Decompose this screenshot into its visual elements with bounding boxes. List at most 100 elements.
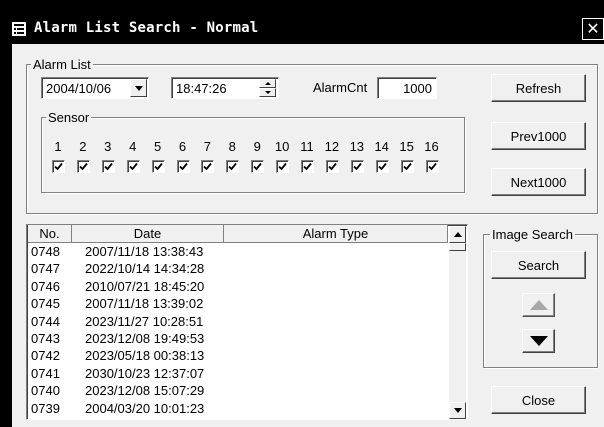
spin-up-icon [264, 82, 271, 85]
table-row[interactable]: 0739 2004/03/20 10:01:23 [28, 401, 448, 416]
sensor-number-6: 6 [178, 139, 187, 154]
row-no: 0746 [31, 278, 60, 294]
scroll-down-button[interactable] [449, 402, 466, 419]
sensor-number-8: 8 [228, 139, 236, 154]
table-row[interactable]: 0748 2007/11/18 13:38:43 [28, 244, 448, 259]
image-down-button[interactable] [522, 329, 555, 353]
row-date: 2007/11/18 13:38:43 [85, 244, 204, 259]
table-row[interactable]: 0744 2023/11/27 10:28:51 [28, 314, 448, 329]
table-row[interactable]: 0743 2023/12/08 19:49:53 [28, 331, 448, 346]
sensor-checkbox-11[interactable] [301, 160, 314, 173]
sensor-checkbox-1[interactable] [52, 160, 65, 173]
checkmark-icon [79, 162, 88, 171]
checkmark-icon [378, 162, 387, 171]
row-no: 0739 [31, 400, 60, 416]
row-no: 0740 [31, 383, 60, 399]
image-search-group-title: Image Search [490, 227, 575, 242]
date-select[interactable]: 2004/10/06 [41, 77, 149, 99]
result-rows: 0748 2007/11/18 13:38:43 0747 2022/10/14 14… [28, 244, 448, 419]
checkmark-icon [203, 162, 213, 171]
scroll-up-button[interactable] [449, 226, 466, 243]
sensor-checkbox-7[interactable] [201, 160, 215, 173]
sensor-checkbox-16[interactable] [425, 160, 439, 173]
image-up-button[interactable] [522, 293, 555, 317]
sensor-number-7: 7 [203, 139, 211, 154]
row-date: 2010/07/21 18:45:20 [85, 278, 205, 294]
sensor-checkbox-5[interactable] [151, 160, 165, 173]
table-row[interactable]: 0742 2023/05/18 00:38:13 [28, 348, 448, 363]
time-input[interactable]: 18:47:26 [171, 77, 279, 99]
close-button[interactable]: Close [491, 386, 586, 414]
checkmark-icon [353, 162, 362, 171]
triangle-up-icon [529, 300, 548, 310]
date-dropdown-button[interactable] [130, 79, 147, 97]
row-no: 0741 [31, 365, 60, 381]
alarm-cnt-label: AlarmCnt [313, 80, 368, 95]
sensor-checkbox-3[interactable] [101, 160, 115, 173]
image-search-button[interactable]: Search [491, 251, 586, 279]
sensor-checkbox-12[interactable] [325, 160, 339, 173]
prev1000-button[interactable]: Prev1000 [491, 122, 586, 150]
time-spin-down[interactable] [259, 88, 276, 97]
alarm-cnt-input[interactable]: 1000 [377, 77, 437, 99]
results-scrollbar[interactable] [449, 226, 466, 419]
window-title: Alarm List Search - Normal [34, 20, 259, 36]
table-row[interactable]: 0746 2010/07/21 18:45:20 [28, 279, 448, 294]
row-no: 0743 [31, 331, 60, 346]
refresh-button[interactable]: Refresh [491, 74, 586, 102]
alarm-list-group-title: Alarm List [31, 57, 93, 72]
sensor-checkbox-14[interactable] [375, 160, 389, 173]
sensor-checkbox-2[interactable] [76, 160, 90, 173]
checkmark-icon [153, 162, 163, 171]
title-bar: Alarm List Search - Normal ✕ [0, 14, 604, 44]
sensor-checkbox-8[interactable] [226, 160, 240, 173]
next1000-button[interactable]: Next1000 [491, 168, 586, 196]
date-value: 2004/10/06 [46, 81, 112, 96]
table-row[interactable]: 0747 2022/10/14 14:34:28 [28, 261, 448, 276]
checkmark-icon [104, 162, 113, 171]
checkmark-icon [278, 162, 287, 171]
chevron-up-icon [453, 232, 462, 237]
sensor-number-2: 2 [79, 139, 87, 154]
spin-down-icon [264, 91, 271, 94]
alarm-results-list[interactable]: No. Date Alarm Type 0748 2007/11/18 13:38… [26, 224, 468, 420]
row-date: 2004/03/20 10:01:23 [85, 400, 205, 416]
row-no: 0745 [31, 296, 60, 312]
checkmark-icon [178, 162, 188, 171]
scroll-thumb[interactable] [449, 243, 466, 251]
sensor-number-10: 10 [274, 139, 290, 154]
row-date: 2030/10/23 12:37:07 [85, 365, 205, 381]
row-no: 0744 [31, 313, 60, 329]
time-spin-up[interactable] [259, 79, 276, 88]
column-header-date[interactable]: Date [72, 225, 224, 243]
sensor-number-12: 12 [324, 139, 340, 154]
close-window-button[interactable]: ✕ [582, 18, 604, 40]
row-no: 0747 [31, 261, 60, 277]
sensor-checkbox-15[interactable] [400, 160, 414, 173]
sensor-number-11: 11 [300, 139, 314, 154]
app-icon [12, 22, 26, 36]
table-row[interactable]: 0740 2023/12/08 15:07:29 [28, 383, 448, 398]
triangle-down-icon [529, 336, 548, 346]
checkmark-icon [402, 162, 412, 171]
checkmark-icon [303, 162, 312, 171]
row-no: 0748 [31, 244, 60, 259]
sensor-checkbox-4[interactable] [126, 160, 140, 173]
sensor-number-13: 13 [349, 139, 365, 154]
table-row[interactable]: 0741 2030/10/23 12:37:07 [28, 366, 448, 381]
sensor-checkbox-10[interactable] [276, 160, 290, 173]
row-date: 2023/12/08 19:49:53 [85, 331, 205, 346]
checkmark-icon [54, 162, 63, 171]
table-row[interactable]: 0745 2007/11/18 13:39:02 [28, 296, 448, 311]
checkmark-icon [427, 162, 437, 171]
sensor-checkbox-9[interactable] [251, 160, 265, 173]
sensor-number-15: 15 [399, 139, 414, 154]
column-header-no[interactable]: No. [28, 225, 72, 243]
sensor-checkbox-6[interactable] [176, 160, 190, 173]
row-date: 2023/05/18 00:38:13 [85, 348, 205, 364]
column-header-alarm-type[interactable]: Alarm Type [224, 225, 448, 243]
checkmark-icon [328, 162, 337, 171]
chevron-down-icon [134, 85, 143, 91]
sensor-checkbox-13[interactable] [350, 160, 364, 173]
sensor-number-1: 1 [54, 139, 62, 154]
